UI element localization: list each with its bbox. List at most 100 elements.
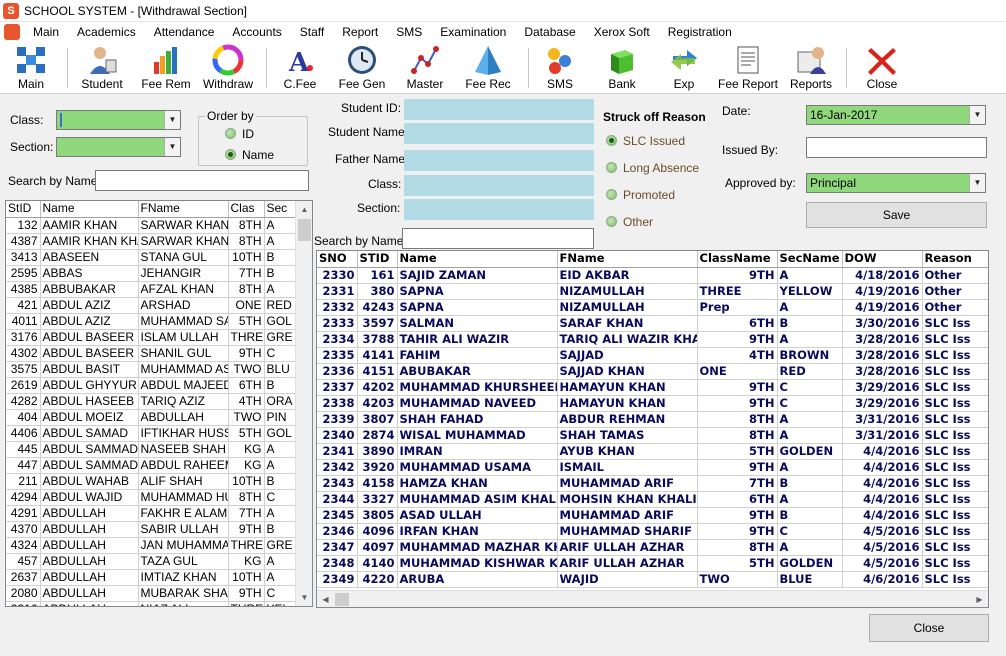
col-secname[interactable]: SecName [777, 251, 843, 268]
table-row[interactable]: 2637 ABDULLAH IMTIAZ KHAN 10TH A [6, 569, 298, 586]
menu-registration[interactable]: Registration [659, 25, 741, 39]
toolbar-close-button[interactable]: Close [860, 44, 904, 92]
toolbar-withdraw-button[interactable]: Withdraw [200, 44, 256, 92]
menu-main[interactable]: Main [24, 25, 68, 39]
table-row[interactable]: 2347 4097 MUHAMMAD MAZHAR KH/ARIF ULLAH AZ… [317, 539, 988, 556]
chevron-down-icon[interactable]: ▼ [969, 106, 985, 124]
toolbar-fee-gen-button[interactable]: Fee Gen [338, 44, 386, 92]
scroll-right-icon[interactable]: ▶ [971, 591, 988, 607]
order-by-name-radio[interactable] [225, 149, 236, 160]
toolbar-main-button[interactable]: Main [8, 44, 54, 92]
table-row[interactable]: 445 ABDUL SAMMAD NASEEB SHAH KG A [6, 441, 298, 458]
toolbar-exp-button[interactable]: Exp [664, 44, 704, 92]
chevron-down-icon[interactable]: ▼ [969, 174, 985, 192]
issued-by-input[interactable] [806, 137, 987, 158]
toolbar-master-button[interactable]: Master [402, 44, 448, 92]
toolbar-sms-button[interactable]: SMS [540, 44, 580, 92]
class-select[interactable]: ▼ [56, 110, 181, 130]
col-class[interactable]: Clas [228, 201, 265, 218]
toolbar-fee-rem-button[interactable]: Fee Rem [140, 44, 192, 92]
menu-sms[interactable]: SMS [387, 25, 431, 39]
col-fname[interactable]: FName [557, 251, 698, 268]
table-row[interactable]: 4294 ABDUL WAJID MUHAMMAD HU: 8TH C [6, 489, 298, 506]
table-row[interactable]: 457 ABDULLAH TAZA GUL KG A [6, 553, 298, 570]
table-row[interactable]: 2349 4220 ARUBA WAJID TWO BLUE 4/6/2016 SLC Iss [317, 571, 988, 588]
table-row[interactable]: 2080 ABDULLAH MUBARAK SHAH 9TH C [6, 585, 298, 602]
table-row[interactable]: 4282 ABDUL HASEEB TARIQ AZIZ 4TH ORA [6, 393, 298, 410]
table-row[interactable]: 2341 3890 IMRAN AYUB KHAN 5TH GOLDEN 4/4/2016 S… [317, 443, 988, 460]
col-stid[interactable]: STID [357, 251, 398, 268]
save-button[interactable]: Save [806, 202, 987, 228]
table-row[interactable]: 4387 AAMIR KHAN KHA SARWAR KHAN I 8TH A [6, 233, 298, 250]
table-row[interactable]: 2342 3920 MUHAMMAD USAMA ISMAIL 9TH A 4/4/2016… [317, 459, 988, 476]
scroll-thumb[interactable] [298, 219, 311, 241]
table-row[interactable]: 421 ABDUL AZIZ ARSHAD ONE RED [6, 297, 298, 314]
table-row[interactable]: 2595 ABBAS JEHANGIR 7TH B [6, 265, 298, 282]
table-row[interactable]: 3176 ABDUL BASEER ISLAM ULLAH THRE GRE [6, 329, 298, 346]
app-menu-icon[interactable] [4, 24, 20, 40]
student-name-field[interactable] [404, 123, 594, 144]
table-row[interactable]: 2338 4203 MUHAMMAD NAVEED HAMAYUN KHAN 9TH C 3… [317, 395, 988, 412]
table-row[interactable]: 447 ABDUL SAMMAD ABDUL RAHEEM KG A [6, 457, 298, 474]
menu-examination[interactable]: Examination [431, 25, 515, 39]
reason-slc-issued-radio[interactable] [606, 135, 617, 146]
students-vertical-scrollbar[interactable]: ▲ ▼ [295, 201, 312, 606]
section-select[interactable]: ▼ [56, 137, 181, 157]
left-search-input[interactable] [95, 170, 309, 191]
table-row[interactable]: 2336 4151 ABUBAKAR SAJJAD KHAN ONE RED 3/28/20… [317, 363, 988, 380]
menu-staff[interactable]: Staff [291, 25, 333, 39]
reason-long-absence-radio[interactable] [606, 162, 617, 173]
chevron-down-icon[interactable]: ▼ [164, 138, 180, 156]
table-row[interactable]: 2331 380 SAPNA NIZAMULLAH THREE YELLOW 4/19/20… [317, 283, 988, 300]
table-row[interactable]: 2335 4141 FAHIM SAJJAD 4TH BROWN 3/28/2016 SLC … [317, 347, 988, 364]
col-stid[interactable]: StID [6, 201, 41, 218]
father-name-field[interactable] [404, 150, 594, 171]
table-row[interactable]: 2339 3807 SHAH FAHAD ABDUR REHMAN 8TH A 3/31/2… [317, 411, 988, 428]
table-row[interactable]: 4385 ABBUBAKAR AFZAL KHAN 8TH A [6, 281, 298, 298]
toolbar-reports-button[interactable]: Reports [786, 44, 836, 92]
date-picker[interactable]: 16-Jan-2017 ▼ [806, 105, 986, 125]
table-row[interactable]: 2346 4096 IRFAN KHAN MUHAMMAD SHARIF 9TH C 4/5… [317, 523, 988, 540]
scroll-down-icon[interactable]: ▼ [296, 589, 312, 606]
col-sno[interactable]: SNO [317, 251, 358, 268]
approved-by-select[interactable]: Principal ▼ [806, 173, 986, 193]
table-row[interactable]: 2332 4243 SAPNA NIZAMULLAH Prep A 4/19/2016 Oth… [317, 299, 988, 316]
table-row[interactable]: 404 ABDUL MOEIZ ABDULLAH TWO PIN [6, 409, 298, 426]
table-row[interactable]: 3575 ABDUL BASIT MUHAMMAD ASI TWO BLU [6, 361, 298, 378]
reason-other-radio[interactable] [606, 216, 617, 227]
mid-section-field[interactable] [404, 199, 594, 220]
table-row[interactable]: 2334 3788 TAHIR ALI WAZIR TARIQ ALI WAZIR K… [317, 331, 988, 348]
table-row[interactable]: 132 AAMIR KHAN SARWAR KHAN 8TH A [6, 217, 298, 234]
table-row[interactable]: 4011ABDUL AZIZMUHAMMAD SAE5THGOL [6, 313, 298, 330]
table-row[interactable]: 2330 161 SAJID ZAMAN EID AKBAR 9TH A 4/18/2016… [317, 267, 988, 284]
table-row[interactable]: 211 ABDUL WAHAB ALIF SHAH 10TH B [6, 473, 298, 490]
withdrawals-horizontal-scrollbar[interactable]: ◀ ▶ [317, 590, 988, 607]
menu-report[interactable]: Report [333, 25, 387, 39]
table-row[interactable]: 4291 ABDULLAH FAKHR E ALAM 7TH A [6, 505, 298, 522]
table-row[interactable]: 3413 ABASEEN STANA GUL 10TH B [6, 249, 298, 266]
table-row[interactable]: 2348 4140 MUHAMMAD KISHWAR KH ARIF ULLAH AZ… [317, 555, 988, 572]
table-row[interactable]: 4302 ABDUL BASEER SHANIL GUL 9TH C [6, 345, 298, 362]
toolbar-student-button[interactable]: Student [78, 44, 126, 92]
table-row[interactable]: 4370 ABDULLAH SABIR ULLAH 9TH B [6, 521, 298, 538]
table-row[interactable]: 2340 2874 WISAL MUHAMMAD SHAH TAMAS 8TH A 3/31… [317, 427, 988, 444]
table-row[interactable]: 2345 3805 ASAD ULLAH MUHAMMAD ARIF 9TH B 4/4/2… [317, 507, 988, 524]
chevron-down-icon[interactable]: ▼ [164, 111, 180, 129]
student-id-field[interactable] [404, 99, 594, 120]
table-row[interactable]: 2316ABDULLAHNIAZ ALITHREYEL [6, 601, 298, 606]
table-row[interactable]: 4406 ABDUL SAMAD IFTIKHAR HUSS/5TH GOL [6, 425, 298, 442]
scroll-thumb[interactable] [335, 593, 349, 606]
menu-database[interactable]: Database [515, 25, 584, 39]
col-classname[interactable]: ClassName [697, 251, 778, 268]
table-row[interactable]: 2344 3327 MUHAMMAD ASIM KHALIL MOHSIN KHAN … [317, 491, 988, 508]
col-fname[interactable]: FName [138, 201, 229, 218]
col-section[interactable]: Sec [264, 201, 298, 218]
table-row[interactable]: 2333 3597 SALMAN SARAF KHAN 6TH B 3/30/2016 SLC… [317, 315, 988, 332]
menu-academics[interactable]: Academics [68, 25, 145, 39]
menu-xerox-soft[interactable]: Xerox Soft [585, 25, 659, 39]
menu-accounts[interactable]: Accounts [223, 25, 290, 39]
close-button[interactable]: Close [869, 614, 989, 642]
col-dow[interactable]: DOW [842, 251, 923, 268]
col-reason[interactable]: Reason [922, 251, 988, 268]
order-by-id-radio[interactable] [225, 128, 236, 139]
